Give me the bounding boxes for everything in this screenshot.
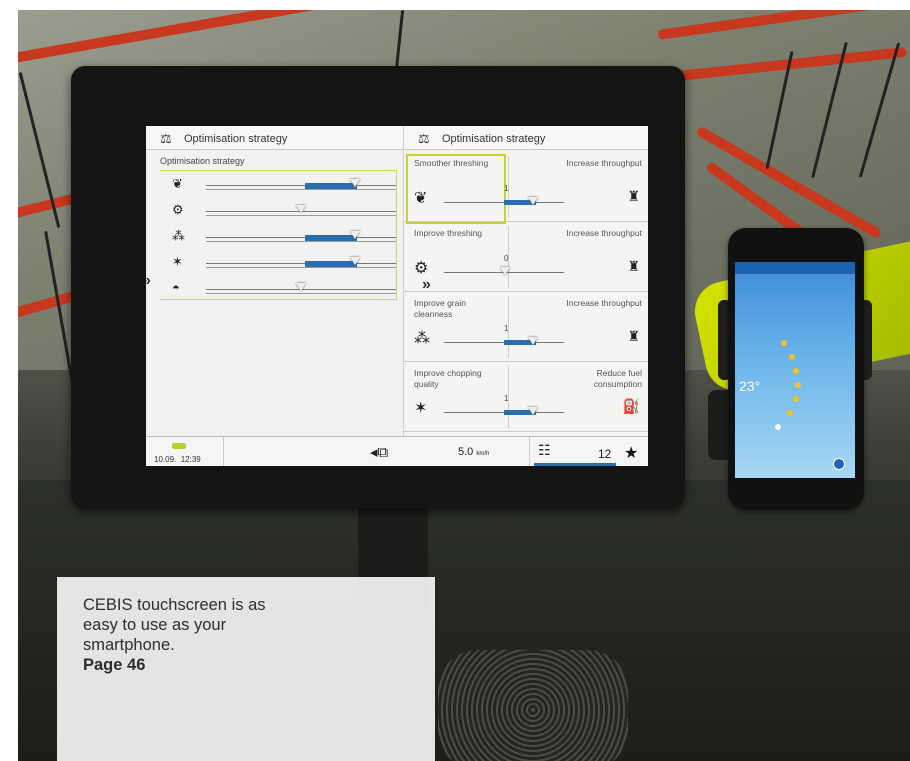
left-pane: ⚖ Optimisation strategy Optimisation str… (146, 126, 404, 436)
right-pane-title: Optimisation strategy (442, 133, 546, 145)
harvester-mode-icon[interactable]: ◂⧉ (370, 443, 388, 461)
option-knob[interactable] (500, 267, 510, 275)
option-value: 1 (504, 184, 509, 193)
fuel-icon: ◓ (172, 280, 180, 295)
slider-track-shadow (206, 293, 396, 294)
option-left-label: Smoother threshing (414, 158, 489, 168)
speed-cell: 5.0 km/h (446, 437, 530, 466)
right-pane-header: ⚖ Optimisation strategy (404, 126, 648, 150)
option-knob[interactable] (528, 337, 538, 345)
header-lift-icon[interactable]: ☷ (538, 442, 551, 459)
sun-icon (795, 382, 801, 388)
strategy-slider[interactable]: ⚙ (160, 200, 400, 224)
option-left-label: Improve chopping quality (414, 368, 482, 389)
weather-app-screen[interactable]: 23° (735, 262, 855, 478)
caption-box: CEBIS touchscreen is as easy to use as y… (57, 577, 435, 761)
temperature: 23° (739, 378, 761, 394)
option-row[interactable]: Improve threshing Increase throughput ⚙ … (404, 222, 648, 292)
strategy-slider[interactable]: ◓ (160, 278, 400, 302)
option-value: 1 (504, 394, 509, 403)
speed-value: 5.0 (458, 446, 474, 458)
slider-knob[interactable] (296, 205, 306, 213)
threshing-icon: ❦ (414, 190, 428, 207)
option-left-label: Improve grain cleanness (414, 298, 466, 319)
throughput-icon: ♜ (627, 258, 640, 274)
slider-track (206, 263, 396, 264)
option-right-label: Increase throughput (566, 298, 642, 308)
option-row[interactable]: Improve grain cleanness Increase through… (404, 292, 648, 362)
slider-track-shadow (206, 215, 396, 216)
option-value: 0 (504, 254, 509, 263)
speed-unit: km/h (476, 451, 490, 457)
left-pane-subtitle: Optimisation strategy (160, 156, 245, 166)
favourite-star-icon[interactable]: ★ (624, 443, 638, 463)
slider-track (206, 185, 396, 186)
double-chevron-right-icon[interactable]: » (146, 272, 151, 290)
slider-track-shadow (206, 267, 396, 268)
option-row[interactable]: Smoother threshing Increase throughput ❦… (404, 152, 648, 224)
speaker-grille (438, 650, 628, 761)
option-right-label: Increase throughput (566, 228, 642, 238)
strategy-slider[interactable]: ⁂ (160, 226, 400, 250)
cloud-icon (775, 424, 781, 430)
slider-track (206, 237, 396, 238)
sun-icon (793, 396, 799, 402)
throughput-icon: ♜ (627, 328, 640, 344)
cleaning-icon: ⁂ (172, 228, 185, 243)
option-value: 1 (504, 324, 509, 333)
strategy-slider[interactable]: ✶ (160, 252, 400, 276)
option-left-label: Improve threshing (414, 228, 483, 238)
strategy-slider[interactable]: ❦ (160, 174, 400, 198)
sun-icon (787, 410, 793, 416)
fab-button[interactable] (833, 458, 845, 470)
date-time: 10.09. 12:39 (154, 455, 201, 464)
sun-icon (793, 368, 799, 374)
time: 12:39 (180, 455, 201, 464)
app-bar (735, 262, 855, 274)
strategy-icon: ⚖ (418, 131, 430, 146)
left-pane-title: Optimisation strategy (184, 133, 288, 145)
option-row[interactable]: Improve chopping quality Reduce fuel con… (404, 362, 648, 432)
slider-knob[interactable] (296, 283, 306, 291)
slider-track-shadow (206, 241, 396, 242)
slider-knob[interactable] (350, 231, 360, 239)
option-right-label: Reduce fuel consumption (593, 368, 642, 389)
header-count: 12 (598, 447, 612, 461)
slider-knob[interactable] (350, 257, 360, 265)
date: 10.09. (154, 455, 177, 464)
fuel-pump-icon: ⛽ (622, 398, 640, 414)
strategy-icon: ⚖ (160, 131, 172, 146)
slider-track-shadow (206, 189, 396, 190)
sun-icon (789, 354, 795, 360)
option-knob[interactable] (528, 407, 538, 415)
threshing-icon: ❦ (172, 176, 183, 191)
chopping-icon: ✶ (172, 254, 183, 269)
progress-bar (534, 463, 616, 466)
cebis-touchscreen[interactable]: ⚖ Optimisation strategy Optimisation str… (146, 126, 648, 466)
throughput-icon: ♜ (627, 188, 640, 204)
battery-icon (172, 443, 186, 449)
speed-readout: 5.0 km/h (458, 446, 489, 458)
slider-knob[interactable] (350, 179, 360, 187)
option-right-label: Increase throughput (566, 158, 642, 168)
separation-icon: ⚙ (172, 202, 184, 217)
sun-icon (781, 340, 787, 346)
caption-text: CEBIS touchscreen is as easy to use as y… (83, 596, 266, 654)
cleaning-icon: ⁂ (414, 330, 430, 347)
option-knob[interactable] (528, 197, 538, 205)
double-chevron-right-icon[interactable]: » (422, 276, 431, 294)
status-footer: 10.09. 12:39 ◂⧉ 5.0 km/h ☷ 12 ★ (146, 436, 648, 466)
caption-page-ref: Page 46 (83, 656, 146, 674)
separation-icon: ⚙ (414, 260, 429, 277)
clock-cell: 10.09. 12:39 (146, 437, 224, 466)
right-pane: ⚖ Optimisation strategy Smoother threshi… (404, 126, 648, 436)
chopping-icon: ✶ (414, 400, 428, 417)
left-pane-header: ⚖ Optimisation strategy (146, 126, 403, 150)
